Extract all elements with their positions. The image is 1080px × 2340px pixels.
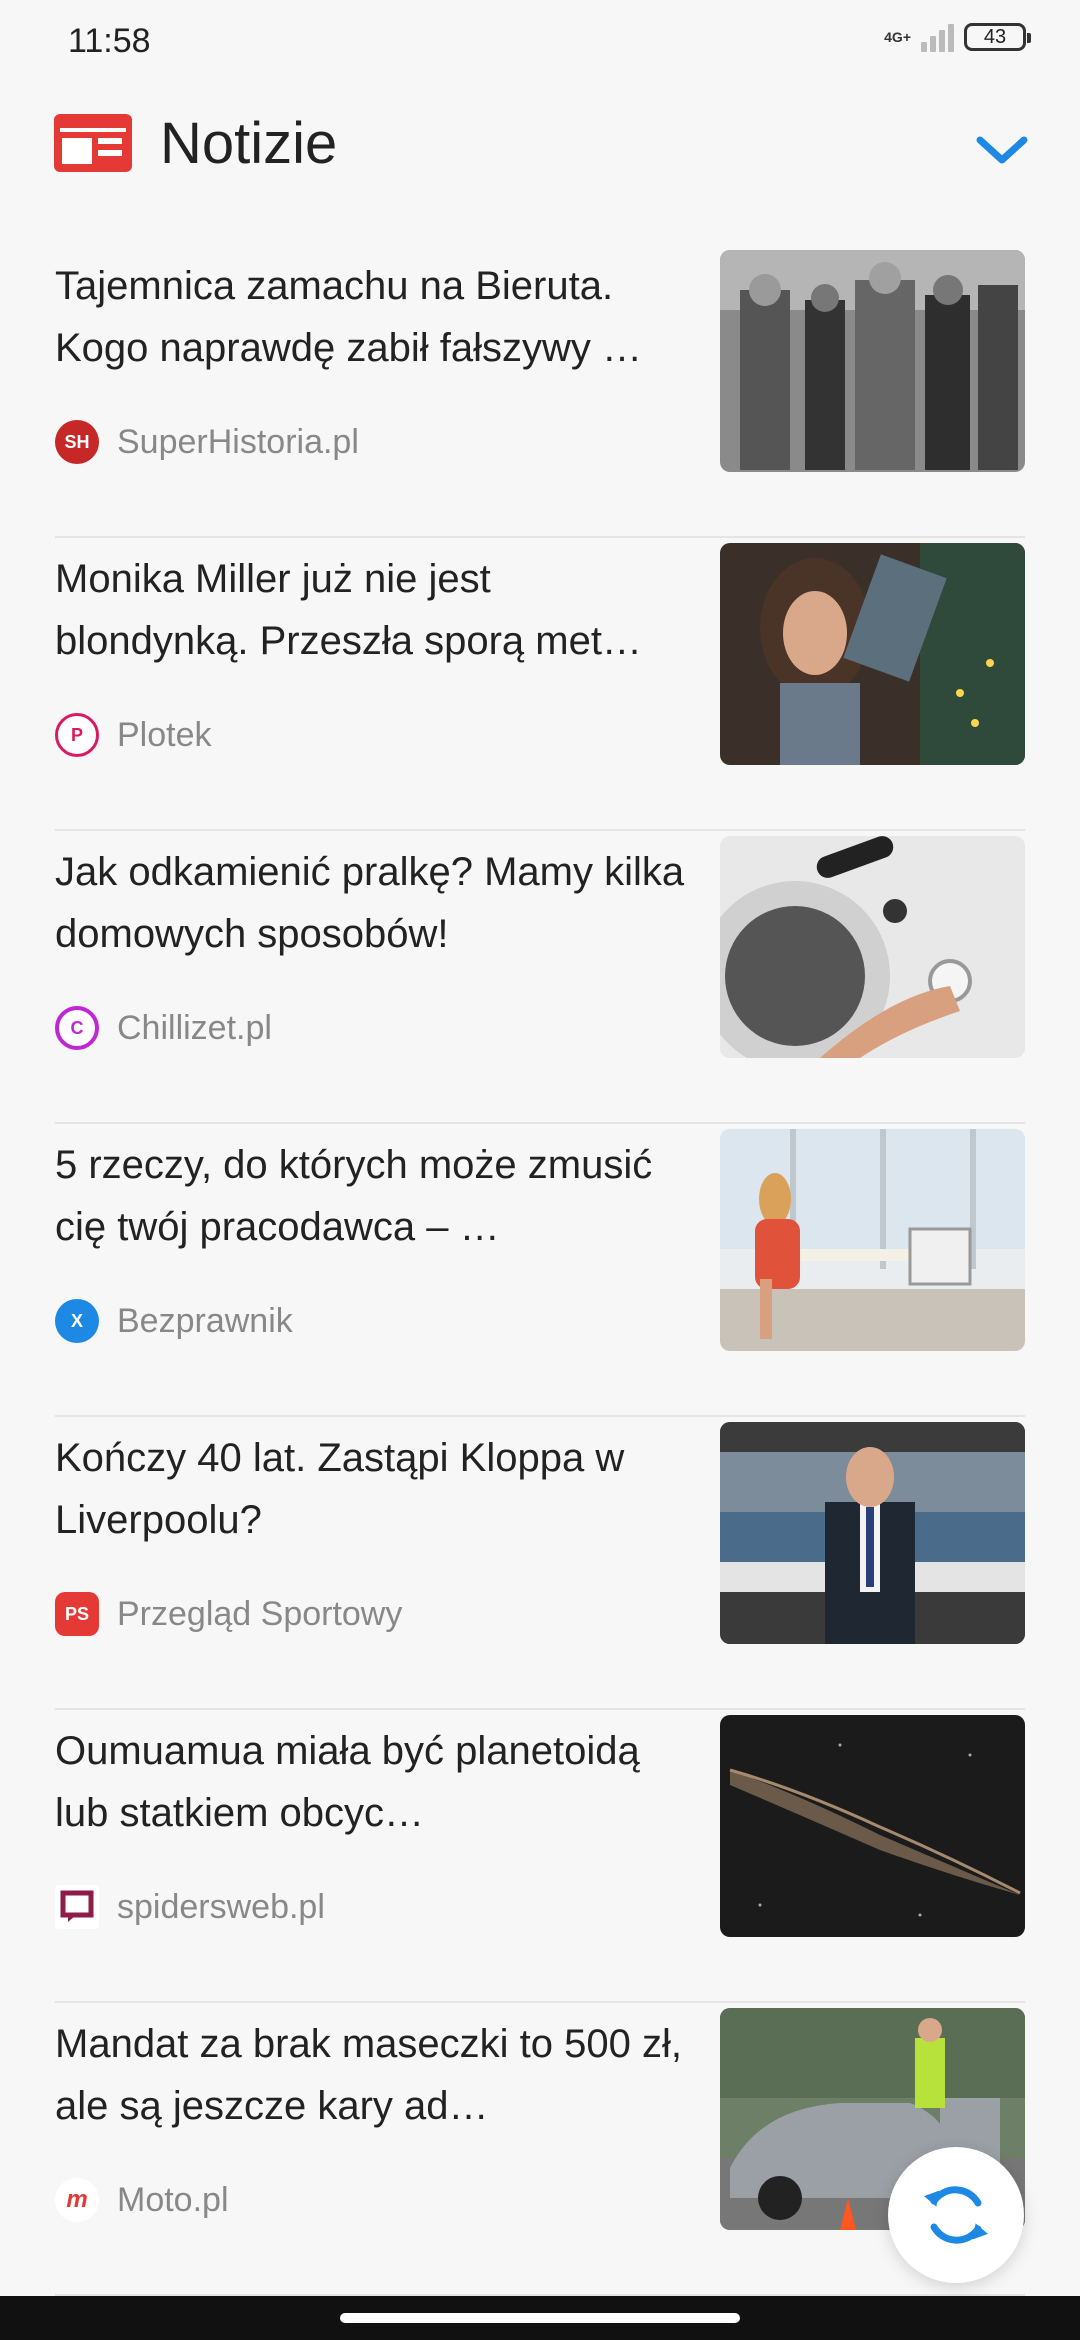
source-logo-text: SH bbox=[64, 431, 90, 452]
source-logo-text: P bbox=[70, 724, 83, 745]
news-thumbnail[interactable] bbox=[720, 1422, 1025, 1644]
source-logo-text: m bbox=[66, 2186, 88, 2213]
source-logo-text: X bbox=[70, 1310, 83, 1331]
source-name: Plotek bbox=[117, 715, 212, 754]
source-logo: P bbox=[55, 713, 99, 757]
source-logo: C bbox=[55, 1006, 99, 1050]
news-source: spidersweb.pl bbox=[55, 1884, 325, 1930]
source-name: SuperHistoria.pl bbox=[117, 422, 359, 461]
navigation-bar bbox=[0, 2296, 1080, 2340]
spidersweb-logo-icon bbox=[60, 1890, 94, 1922]
news-title[interactable]: Kończy 40 lat. Zastąpi Kloppa w Liverpoo… bbox=[55, 1427, 695, 1551]
news-list: Tajemnica zamachu na Bieruta. Kogo napra… bbox=[55, 245, 1025, 2296]
news-source: X Bezprawnik bbox=[55, 1298, 293, 1344]
news-item[interactable]: 5 rzeczy, do których może zmusić cię twó… bbox=[55, 1124, 1025, 1417]
news-thumbnail[interactable] bbox=[720, 1715, 1025, 1937]
source-name: Chillizet.pl bbox=[117, 1008, 272, 1047]
home-indicator[interactable] bbox=[340, 2313, 740, 2323]
signal-icon bbox=[921, 22, 954, 52]
source-logo-text: PS bbox=[64, 1603, 89, 1624]
status-icons: 4G+ 43 bbox=[884, 22, 1031, 52]
news-item[interactable]: Jak odkamienić pralkę? Mamy kilka domowy… bbox=[55, 831, 1025, 1124]
news-source: C Chillizet.pl bbox=[55, 1005, 272, 1051]
news-source: SH SuperHistoria.pl bbox=[55, 419, 359, 465]
source-logo bbox=[55, 1885, 99, 1929]
news-title[interactable]: 5 rzeczy, do których może zmusić cię twó… bbox=[55, 1134, 695, 1258]
news-item[interactable]: Oumuamua miała być planetoidą lub statki… bbox=[55, 1710, 1025, 2003]
news-thumbnail[interactable] bbox=[720, 836, 1025, 1058]
news-item[interactable]: Mandat za brak maseczki to 500 zł, ale s… bbox=[55, 2003, 1025, 2296]
network-type: 4G+ bbox=[884, 29, 911, 45]
source-logo: X bbox=[55, 1299, 99, 1343]
news-title[interactable]: Tajemnica zamachu na Bieruta. Kogo napra… bbox=[55, 255, 695, 379]
source-name: Moto.pl bbox=[117, 2180, 229, 2219]
news-thumbnail[interactable] bbox=[720, 250, 1025, 472]
news-source: m Moto.pl bbox=[55, 2177, 229, 2223]
page-title: Notizie bbox=[160, 111, 338, 176]
chevron-down-icon[interactable] bbox=[974, 130, 1030, 170]
refresh-icon bbox=[924, 2186, 988, 2244]
header: Notizie bbox=[0, 100, 1080, 200]
news-title[interactable]: Jak odkamienić pralkę? Mamy kilka domowy… bbox=[55, 841, 695, 965]
refresh-button[interactable] bbox=[888, 2147, 1024, 2283]
status-bar: 11:58 4G+ 43 bbox=[0, 0, 1080, 86]
news-thumbnail[interactable] bbox=[720, 1129, 1025, 1351]
news-thumbnail[interactable] bbox=[720, 543, 1025, 765]
news-item[interactable]: Tajemnica zamachu na Bieruta. Kogo napra… bbox=[55, 245, 1025, 538]
battery-icon: 43 bbox=[964, 23, 1031, 51]
status-time: 11:58 bbox=[68, 22, 151, 60]
news-title[interactable]: Monika Miller już nie jest blondynką. Pr… bbox=[55, 548, 695, 672]
source-name: Przegląd Sportowy bbox=[117, 1594, 403, 1633]
source-name: Bezprawnik bbox=[117, 1301, 293, 1340]
news-source: PS Przegląd Sportowy bbox=[55, 1591, 402, 1637]
news-title[interactable]: Oumuamua miała być planetoidą lub statki… bbox=[55, 1720, 695, 1844]
news-source: P Plotek bbox=[55, 712, 212, 758]
source-logo: SH bbox=[55, 420, 99, 464]
news-item[interactable]: Kończy 40 lat. Zastąpi Kloppa w Liverpoo… bbox=[55, 1417, 1025, 1710]
news-icon bbox=[54, 114, 132, 172]
source-logo: PS bbox=[55, 1592, 99, 1636]
news-item[interactable]: Monika Miller już nie jest blondynką. Pr… bbox=[55, 538, 1025, 831]
source-logo-text: C bbox=[70, 1017, 84, 1038]
source-name: spidersweb.pl bbox=[117, 1887, 325, 1926]
source-logo: m bbox=[55, 2178, 99, 2222]
news-title[interactable]: Mandat za brak maseczki to 500 zł, ale s… bbox=[55, 2013, 695, 2137]
